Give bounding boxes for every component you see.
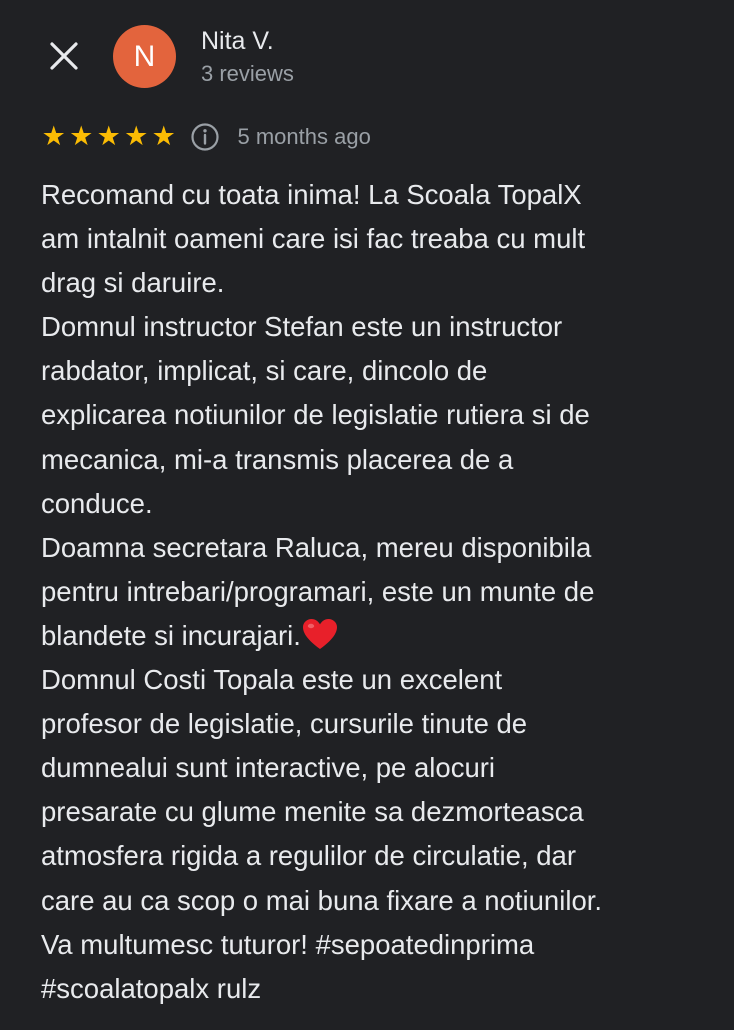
review-line: presarate cu glume menite sa dezmorteasc…	[41, 796, 584, 828]
review-line: profesor de legislatie, cursurile tinute…	[41, 708, 528, 740]
review-line: atmosfera rigida a regulilor de circulat…	[41, 840, 576, 872]
review-line: Domnul Costi Topala este un excelent	[41, 664, 503, 696]
avatar[interactable]: N	[113, 25, 176, 88]
review-line: care au ca scop o mai buna fixare a noti…	[41, 884, 603, 916]
review-line: dumnealui sunt interactive, pe alocuri	[41, 752, 496, 784]
review-line: conduce.	[41, 487, 153, 519]
review-line: am intalnit oameni care isi fac treaba c…	[41, 223, 586, 255]
star-icon: ★	[151, 121, 176, 152]
review-line: drag si daruire.	[41, 267, 225, 299]
info-icon[interactable]	[190, 122, 220, 152]
close-icon	[50, 42, 78, 70]
star-icon: ★	[96, 121, 121, 152]
review-line: Domnul instructor Stefan este un instruc…	[41, 311, 563, 343]
review-count[interactable]: 3 reviews	[201, 61, 294, 87]
review-text: Recomand cu toata inima! La Scoala Topal…	[41, 173, 716, 1011]
review-line: mecanica, mi-a transmis placerea de a	[41, 443, 514, 475]
review-line: explicarea notiunilor de legislatie ruti…	[41, 399, 590, 431]
review-line: Va multumesc tuturor! #sepoatedinprima	[41, 928, 535, 960]
star-icon: ★	[41, 121, 66, 152]
close-button[interactable]	[46, 38, 82, 74]
review-line: Doamna secretara Raluca, mereu disponibi…	[41, 531, 592, 563]
red-heart-emoji	[302, 618, 337, 649]
review-line: rabdator, implicat, si care, dincolo de	[41, 355, 488, 387]
star-icon: ★	[124, 121, 149, 152]
review-line: #scoalatopalx rulz	[41, 972, 262, 1004]
review-line: pentru intrebari/programari, este un mun…	[41, 575, 595, 607]
star-rating: ★ ★ ★ ★ ★	[40, 120, 178, 154]
review-line-text: blandete si incurajari.	[41, 619, 301, 651]
rating-row: ★ ★ ★ ★ ★ 5 months ago	[40, 120, 371, 154]
author-name[interactable]: Nita V.	[201, 27, 274, 56]
review-time: 5 months ago	[237, 124, 371, 149]
review-line: blandete si incurajari.	[41, 614, 716, 658]
review-line: Recomand cu toata inima! La Scoala Topal…	[41, 179, 582, 210]
star-icon: ★	[69, 121, 94, 152]
